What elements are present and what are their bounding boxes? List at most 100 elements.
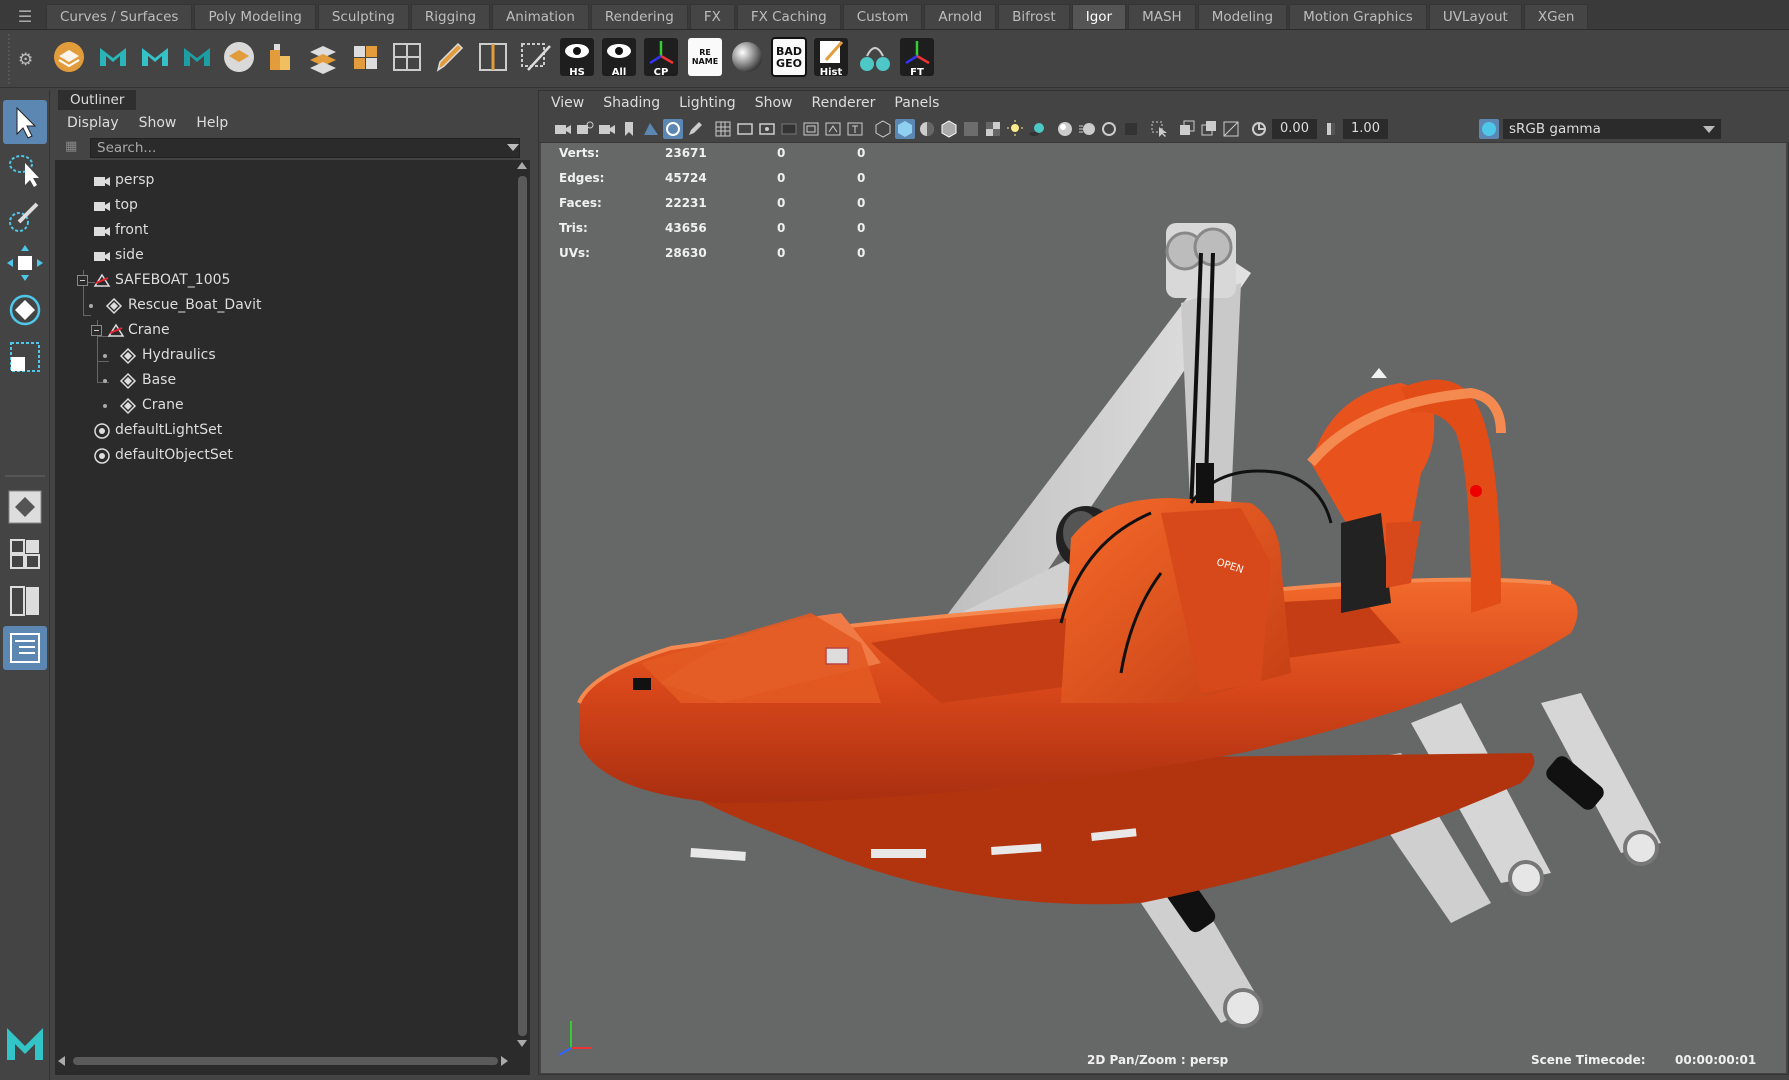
camera-select-icon[interactable] — [553, 119, 573, 139]
shelf-tab-curves-surfaces[interactable]: Curves / Surfaces — [46, 4, 193, 29]
field-chart-icon[interactable] — [801, 119, 821, 139]
list-item[interactable]: Crane — [55, 393, 510, 418]
grid-toggle-icon[interactable] — [713, 119, 733, 139]
list-item[interactable]: defaultObjectSet — [55, 443, 510, 468]
color-space-dropdown[interactable]: sRGB gamma — [1503, 119, 1721, 139]
outliner-menu-show[interactable]: Show — [139, 110, 177, 136]
color-management-icon[interactable] — [1479, 119, 1499, 139]
outliner-tab[interactable]: Outliner — [58, 90, 137, 110]
shelf-hs-eye-icon[interactable]: HS — [558, 36, 596, 78]
shelf-tab-rigging[interactable]: Rigging — [410, 4, 491, 29]
shelf-tiles-icon[interactable] — [346, 36, 384, 78]
select-tool-icon[interactable] — [3, 100, 47, 144]
shelf-tab-sculpting[interactable]: Sculpting — [317, 4, 409, 29]
list-item[interactable]: Hydraulics — [55, 343, 510, 368]
viewport-menu-shading[interactable]: Shading — [603, 91, 660, 115]
safe-title-icon[interactable] — [845, 119, 865, 139]
shelf-layers-icon[interactable] — [220, 36, 258, 78]
outliner-vertical-scrollbar[interactable] — [515, 160, 530, 1050]
use-all-lights-icon[interactable] — [1005, 119, 1025, 139]
textured-icon[interactable] — [983, 119, 1003, 139]
list-item[interactable]: Crane — [55, 318, 510, 343]
shelf-tab-igor[interactable]: Igor — [1071, 4, 1127, 29]
shelf-m-teal-icon-3[interactable] — [178, 36, 216, 78]
viewport-menu-renderer[interactable]: Renderer — [811, 91, 875, 115]
shelf-tab-motion-graphics[interactable]: Motion Graphics — [1289, 4, 1427, 29]
filter-icon[interactable]: ▦ — [65, 139, 83, 157]
four-pane-layout-icon[interactable] — [3, 532, 47, 576]
list-item[interactable]: side — [55, 243, 510, 268]
two-pane-layout-icon[interactable] — [3, 579, 47, 623]
exposure-field[interactable]: 0.00 — [1272, 119, 1317, 139]
shelf-tab-mash[interactable]: MASH — [1128, 4, 1196, 29]
list-item[interactable]: defaultLightSet — [55, 418, 510, 443]
shelf-blocks-icon[interactable] — [262, 36, 300, 78]
xray-icon[interactable] — [961, 119, 981, 139]
shelf-tab-animation[interactable]: Animation — [492, 4, 589, 29]
move-tool-icon[interactable] — [3, 241, 47, 285]
shelf-cp-axis-icon[interactable]: CP — [642, 36, 680, 78]
smooth-shade-icon[interactable] — [895, 119, 915, 139]
list-item[interactable]: Rescue_Boat_Davit — [55, 293, 510, 318]
shelf-tab-fx[interactable]: FX — [689, 4, 735, 29]
shelf-ft-axis-icon[interactable]: FT — [898, 36, 936, 78]
screen-space-ao-icon[interactable] — [1055, 119, 1075, 139]
anti-aliasing-icon[interactable] — [1099, 119, 1119, 139]
wireframe-icon[interactable] — [873, 119, 893, 139]
shelf-tab-fx-caching[interactable]: FX Caching — [736, 4, 841, 29]
viewport-menu-view[interactable]: View — [551, 91, 584, 115]
outliner-horizontal-scrollbar[interactable] — [55, 1050, 530, 1072]
list-item[interactable]: top — [55, 193, 510, 218]
lasso-tool-icon[interactable] — [3, 147, 47, 191]
outliner-layout-icon[interactable] — [3, 626, 47, 670]
shelf-split-icon[interactable] — [474, 36, 512, 78]
outliner-search-input[interactable] — [90, 138, 520, 158]
list-item[interactable]: front — [55, 218, 510, 243]
xray-joints-icon[interactable] — [1177, 119, 1197, 139]
exposure-icon[interactable] — [1249, 119, 1269, 139]
paint-select-tool-icon[interactable] — [3, 194, 47, 238]
wireframe-on-shaded-icon[interactable] — [939, 119, 959, 139]
shelf-badgeo-icon[interactable]: BAD GEO — [770, 36, 808, 78]
bookmark-icon[interactable] — [619, 119, 639, 139]
viewport-menu-show[interactable]: Show — [755, 91, 793, 115]
2d-pan-zoom-icon[interactable] — [663, 119, 683, 139]
shelf-hist-icon[interactable]: Hist — [812, 36, 850, 78]
outliner-menu-display[interactable]: Display — [67, 110, 119, 136]
gear-icon[interactable]: ⚙ — [18, 50, 33, 70]
viewport-menu-panels[interactable]: Panels — [894, 91, 939, 115]
film-gate-icon[interactable] — [735, 119, 755, 139]
list-item[interactable]: persp — [55, 168, 510, 193]
resolution-gate-icon[interactable] — [757, 119, 777, 139]
single-pane-layout-icon[interactable] — [3, 485, 47, 529]
search-dropdown-chevron-icon[interactable] — [507, 144, 519, 151]
rotate-tool-icon[interactable] — [3, 288, 47, 332]
shelf-all-eye-icon[interactable]: All — [600, 36, 638, 78]
gamma-icon[interactable] — [1321, 119, 1341, 139]
shelf-tab-rendering[interactable]: Rendering — [590, 4, 688, 29]
gamma-field[interactable]: 1.00 — [1343, 119, 1388, 139]
shelf-tab-modeling[interactable]: Modeling — [1197, 4, 1288, 29]
collapse-toggle-icon[interactable] — [77, 275, 88, 286]
shelf-glasses-icon[interactable] — [856, 36, 894, 78]
shelf-tab-xgen[interactable]: XGen — [1523, 4, 1589, 29]
grease-pencil-icon[interactable] — [685, 119, 705, 139]
scale-tool-icon[interactable] — [3, 335, 47, 379]
shelf-grid-icon[interactable] — [388, 36, 426, 78]
camera-lock-icon[interactable] — [575, 119, 595, 139]
shelf-menu-icon[interactable]: ☰ — [8, 6, 42, 28]
shelf-m-teal-icon-2[interactable] — [136, 36, 174, 78]
shelf-pen-icon[interactable] — [430, 36, 468, 78]
gate-mask-icon[interactable] — [779, 119, 799, 139]
shelf-tab-arnold[interactable]: Arnold — [924, 4, 997, 29]
image-plane-icon[interactable] — [641, 119, 661, 139]
viewport-menu-lighting[interactable]: Lighting — [679, 91, 736, 115]
outliner-menu-help[interactable]: Help — [196, 110, 228, 136]
list-item[interactable]: Base — [55, 368, 510, 393]
depth-of-field-icon[interactable] — [1121, 119, 1141, 139]
shadows-icon[interactable] — [1027, 119, 1047, 139]
viewport-canvas[interactable]: Verts: 23671 0 0 Edges: 45724 0 0 Faces:… — [541, 143, 1786, 1073]
collapse-toggle-icon[interactable] — [91, 325, 102, 336]
shelf-tab-bifrost[interactable]: Bifrost — [998, 4, 1070, 29]
backface-culling-icon[interactable] — [1221, 119, 1241, 139]
